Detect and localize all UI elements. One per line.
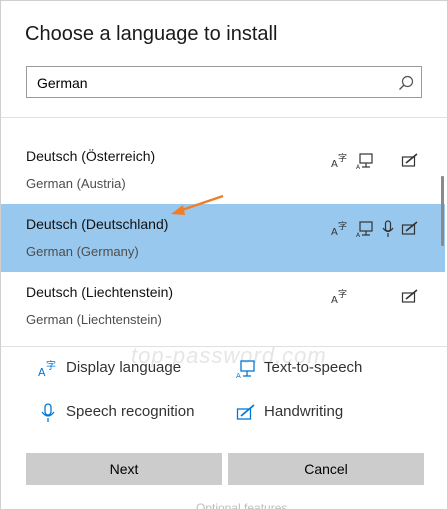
microphone-icon (382, 220, 394, 237)
language-subtitle: German (Liechtenstein) (26, 312, 162, 327)
svg-text:字: 字 (338, 152, 347, 164)
annotation-arrow (171, 194, 224, 215)
display-language-icon: A 字 (331, 220, 347, 238)
search-box[interactable]: German (26, 66, 422, 98)
display-language-icon: A 字 (331, 288, 347, 306)
handwriting-icon (401, 153, 418, 167)
language-subtitle: German (Germany) (26, 244, 139, 259)
search-input[interactable]: German (37, 75, 88, 91)
svg-text:字: 字 (46, 359, 56, 372)
legend-label: Text-to-speech (264, 359, 363, 376)
handwriting-icon (401, 221, 418, 235)
next-button[interactable]: Next (26, 453, 222, 485)
svg-text:A: A (331, 227, 338, 238)
language-list[interactable]: Deutsch (Österreich) German (Austria) A … (1, 117, 447, 347)
legend-label: Display language (66, 359, 182, 376)
bottom-partial-text: Optional features (196, 501, 288, 510)
search-icon[interactable] (397, 74, 415, 92)
display-language-icon: A 字 (331, 152, 347, 170)
language-name: Deutsch (Liechtenstein) (26, 284, 174, 300)
list-item[interactable]: Deutsch (Liechtenstein) German (Liechten… (1, 272, 445, 340)
svg-text:A: A (331, 159, 338, 170)
install-language-dialog: Choose a language to install German Deut… (0, 0, 448, 510)
handwriting-icon (236, 404, 255, 420)
list-scrollbar[interactable] (441, 176, 444, 246)
svg-text:字: 字 (338, 288, 347, 300)
text-to-speech-icon: A (236, 360, 255, 379)
svg-text:A: A (38, 366, 46, 379)
svg-text:A: A (331, 295, 338, 306)
language-name: Deutsch (Deutschland) (26, 216, 169, 232)
svg-text:A: A (356, 232, 361, 238)
dialog-title: Choose a language to install (25, 23, 278, 45)
svg-text:A: A (236, 372, 241, 379)
svg-text:字: 字 (338, 220, 347, 232)
text-to-speech-icon: A (356, 221, 373, 238)
language-name: Deutsch (Österreich) (26, 148, 156, 164)
text-to-speech-icon: A (356, 153, 373, 170)
feature-legend: A 字 Display language A Text-to-speech Sp… (1, 349, 447, 439)
cancel-button[interactable]: Cancel (228, 453, 424, 485)
language-subtitle: German (Austria) (26, 176, 126, 191)
display-language-icon: A 字 (38, 359, 56, 379)
microphone-icon (41, 403, 55, 422)
svg-text:A: A (356, 164, 361, 170)
handwriting-icon (401, 289, 418, 303)
legend-label: Handwriting (264, 403, 344, 420)
legend-label: Speech recognition (66, 403, 195, 420)
